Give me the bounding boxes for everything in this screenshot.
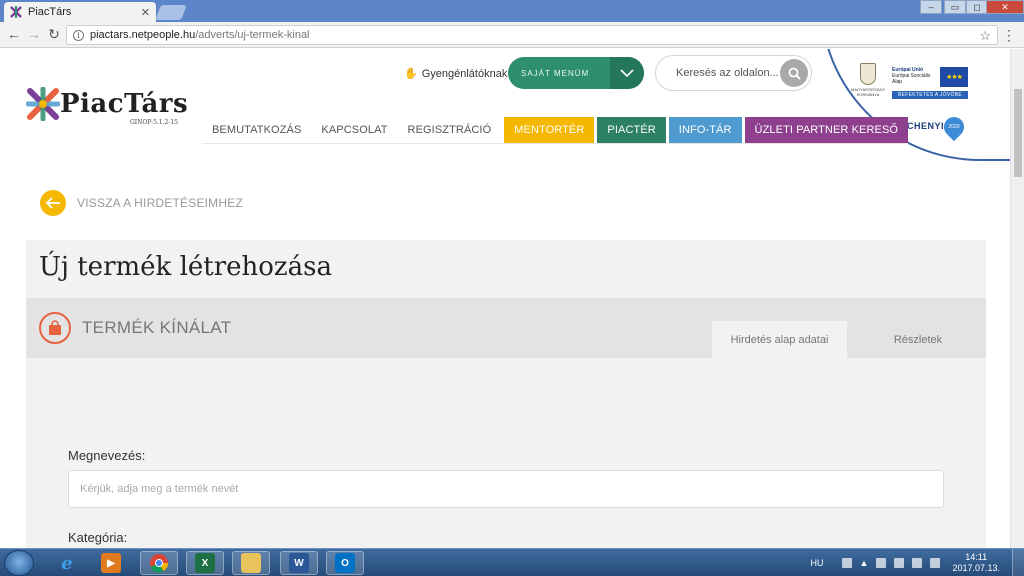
tab-details[interactable]: Részletek	[856, 321, 980, 358]
browser-tab-strip: PiacTárs ✕ – ▭ ◻ ✕	[0, 0, 1024, 22]
new-tab-button[interactable]	[155, 5, 187, 20]
nav-item-piacter[interactable]: PIACTÉR	[597, 117, 666, 143]
accessibility-label: Gyengénlátóknak	[421, 67, 508, 80]
name-input-placeholder: Kérjük, adja meg a termék nevét	[80, 483, 239, 495]
piactars-logo-icon	[26, 87, 60, 121]
system-tray: HU ▲ 14:11 2017.07.13.	[811, 549, 1024, 576]
nav-item-bemutatkozas[interactable]: BEMUTATKOZÁS	[202, 117, 311, 143]
url-host: piactars.netpeople.hu	[90, 29, 196, 41]
nav-item-mentorter[interactable]: MENTORTÉR	[504, 117, 595, 143]
chrome-icon[interactable]	[140, 551, 178, 575]
url-path: /adverts/uj-termek-kinal	[195, 29, 310, 41]
maximize-icon[interactable]: ◻	[966, 0, 988, 14]
arrow-left-icon	[40, 190, 66, 216]
eu-union-text: Európai Unió Európai Szociális Alap	[892, 67, 936, 85]
logo-name: PiacTárs	[60, 89, 189, 119]
file-explorer-icon[interactable]	[232, 551, 270, 575]
close-tab-icon[interactable]: ✕	[141, 6, 150, 19]
eu-gov-text: MAGYARORSZÁG KORMÁNYA	[851, 87, 885, 97]
eu-slogan: BEFEKTETÉS A JÖVŐBE	[892, 91, 968, 99]
eu-flag-icon: ★★★	[940, 67, 968, 87]
restore-icon[interactable]: ▭	[944, 0, 966, 14]
browser-tab[interactable]: PiacTárs ✕	[4, 2, 156, 22]
eu-funding-badge: MAGYARORSZÁG KORMÁNYA Európai Unió Európ…	[848, 63, 970, 103]
site-search-input[interactable]: Keresés az oldalon...	[655, 55, 812, 91]
network-icon[interactable]	[912, 558, 923, 568]
section-header: TERMÉK KÍNÁLAT Hirdetés alap adatai Rész…	[26, 298, 986, 358]
section-label: TERMÉK KÍNÁLAT	[82, 318, 232, 337]
name-input[interactable]: Kérjük, adja meg a termék nevét	[68, 470, 944, 508]
piactars-favicon-icon	[10, 6, 22, 18]
clock-date: 2017.07.13.	[952, 563, 1000, 573]
nav-item-info-tar[interactable]: INFO-TÁR	[668, 117, 742, 143]
page-scrollbar[interactable]	[1010, 49, 1024, 548]
word-icon[interactable]: W	[280, 551, 318, 575]
logo-subtitle: GINOP-5.1.2-15	[130, 119, 178, 126]
shopping-bag-icon	[39, 312, 71, 344]
szechenyi-pin-icon: 2020	[939, 112, 969, 142]
category-field-label: Kategória:	[68, 530, 128, 545]
nav-item-kapcsolat[interactable]: KAPCSOLAT	[311, 117, 397, 143]
nav-item-uzleti-partner-kereso[interactable]: ÜZLETI PARTNER KERESŐ	[744, 117, 909, 143]
bookmark-star-icon[interactable]: ☆	[979, 28, 991, 44]
media-player-icon[interactable]: ▶	[92, 551, 130, 575]
back-arrow-icon[interactable]: ←	[6, 26, 22, 42]
keyboard-icon[interactable]	[841, 558, 852, 568]
page-title: Új termék létrehozása	[39, 252, 332, 282]
site-logo[interactable]: PiacTárs GINOP-5.1.2-15	[26, 85, 196, 131]
excel-icon[interactable]: X	[186, 551, 224, 575]
windows-taskbar: e ▶ X W O HU ▲ 14:11 2017.07.13.	[0, 548, 1024, 576]
my-menu-button[interactable]: SAJÁT MENÜM	[508, 57, 644, 89]
chevron-down-icon	[610, 57, 644, 89]
back-to-adverts-link[interactable]: VISSZA A HIRDETÉSEIMHEZ	[40, 190, 243, 216]
forward-arrow-icon[interactable]: →	[26, 26, 42, 42]
nav-item-regisztracio[interactable]: REGISZTRÁCIÓ	[398, 117, 502, 143]
volume-icon[interactable]	[930, 558, 941, 568]
web-page: PiacTárs GINOP-5.1.2-15 ✋ Gyengénlátókna…	[0, 49, 1010, 548]
start-button[interactable]	[4, 550, 34, 576]
battery-icon[interactable]	[894, 558, 905, 568]
clock-time: 14:11	[965, 552, 988, 562]
site-info-icon[interactable]: i	[73, 29, 84, 41]
minimize-icon[interactable]: –	[920, 0, 942, 14]
browser-tab-title: PiacTárs	[28, 6, 72, 18]
hungary-crest-icon	[860, 63, 876, 85]
search-placeholder: Keresés az oldalon...	[676, 67, 779, 79]
search-icon[interactable]	[780, 59, 808, 87]
name-field-label: Megnevezés:	[68, 448, 146, 463]
clock[interactable]: 14:11 2017.07.13.	[952, 552, 1000, 574]
url-field[interactable]: i piactars.netpeople.hu/adverts/uj-terme…	[66, 25, 998, 45]
back-link-label: VISSZA A HIRDETÉSEIMHEZ	[77, 196, 243, 210]
browser-menu-icon[interactable]: ⋮	[1002, 27, 1016, 44]
eu-union-sub: Európai Szociális Alap	[892, 73, 931, 85]
address-bar: ← → ↻ i piactars.netpeople.hu/adverts/uj…	[0, 22, 1024, 48]
outlook-icon[interactable]: O	[326, 551, 364, 575]
close-window-icon[interactable]: ✕	[986, 0, 1024, 14]
my-menu-label: SAJÁT MENÜM	[521, 68, 590, 78]
accessibility-link[interactable]: ✋ Gyengénlátóknak	[404, 67, 508, 81]
hand-icon: ✋	[404, 68, 418, 80]
language-indicator[interactable]: HU	[811, 558, 824, 568]
reload-icon[interactable]: ↻	[46, 26, 62, 43]
action-center-icon[interactable]	[876, 558, 887, 568]
scrollbar-thumb[interactable]	[1014, 89, 1022, 177]
szechenyi-year: 2020	[948, 124, 960, 130]
main-nav: BEMUTATKOZÁS KAPCSOLAT REGISZTRÁCIÓ MENT…	[202, 117, 909, 144]
create-product-panel: Új termék létrehozása TERMÉK KÍNÁLAT Hir…	[26, 240, 986, 548]
internet-explorer-icon[interactable]: e	[48, 551, 86, 575]
show-desktop-button[interactable]	[1012, 549, 1024, 576]
tray-expand-icon[interactable]: ▲	[860, 558, 869, 568]
tab-basic-data[interactable]: Hirdetés alap adatai	[712, 321, 847, 358]
